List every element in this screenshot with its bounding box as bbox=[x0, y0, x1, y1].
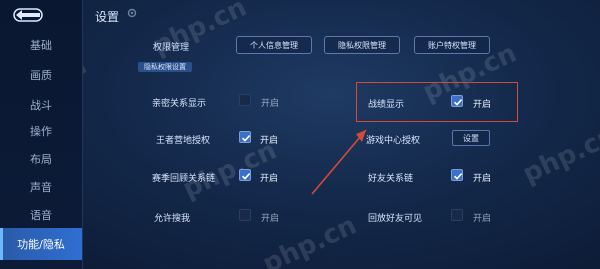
tab-personal-info[interactable]: 个人信息管理 bbox=[236, 36, 312, 54]
checkbox-allow-search[interactable] bbox=[239, 209, 251, 221]
sidebar-item-label: 战斗 bbox=[30, 99, 52, 112]
sidebar-item-label: 语音 bbox=[30, 209, 52, 222]
sidebar-item-label: 声音 bbox=[30, 181, 52, 194]
sidebar-item-basic[interactable]: 基础 bbox=[0, 28, 82, 62]
state-text-friend-chain: 开启 bbox=[473, 174, 492, 184]
sidebar-item-voice[interactable]: 语音 bbox=[0, 198, 82, 232]
watermark-text: php.cn bbox=[518, 120, 600, 190]
checkbox-camp-auth[interactable] bbox=[239, 131, 251, 143]
setting-label-battle-record: 战绩显示 bbox=[368, 100, 405, 110]
page-title: 设置 bbox=[95, 10, 120, 24]
tab-account-privileges[interactable]: 账户特权管理 bbox=[414, 36, 490, 54]
settings-screen: php.cn php.cn php.cn php.cn php.cn php.c… bbox=[0, 0, 600, 269]
check-icon bbox=[453, 99, 463, 106]
setting-label-allow-search: 允许搜我 bbox=[154, 214, 191, 224]
gear-icon bbox=[127, 8, 137, 18]
setting-label-replay-visible: 回放好友可见 bbox=[368, 214, 423, 224]
sidebar: 基础 画质 战斗 操作 布局 声音 语音 功能/隐私 bbox=[0, 0, 83, 269]
tabs-group-label: 权限管理 bbox=[153, 43, 190, 53]
sidebar-item-graphics[interactable]: 画质 bbox=[0, 58, 82, 92]
state-text-battle-record: 开启 bbox=[473, 100, 492, 110]
checkbox-battle-record[interactable] bbox=[451, 95, 463, 107]
setting-label-intimacy: 亲密关系显示 bbox=[152, 99, 207, 109]
checkbox-replay-visible[interactable] bbox=[451, 209, 463, 221]
check-icon bbox=[453, 173, 463, 180]
sidebar-item-privacy[interactable]: 功能/隐私 bbox=[0, 228, 82, 260]
tab-privacy-permissions[interactable]: 隐私权限管理 bbox=[324, 36, 400, 54]
check-icon bbox=[241, 173, 251, 180]
check-icon bbox=[241, 135, 251, 142]
setting-label-camp-auth: 王者营地授权 bbox=[156, 136, 211, 146]
checkbox-intimacy[interactable] bbox=[239, 94, 251, 106]
checkbox-friend-chain[interactable] bbox=[451, 169, 463, 181]
sidebar-item-label: 操作 bbox=[30, 125, 52, 138]
sidebar-item-label: 画质 bbox=[30, 69, 52, 82]
section-label: 隐私权限设置 bbox=[138, 62, 192, 72]
sidebar-item-label: 布局 bbox=[30, 153, 52, 166]
state-text-season-review: 开启 bbox=[260, 174, 279, 184]
state-text-replay-visible: 开启 bbox=[473, 214, 492, 224]
back-arrow-icon[interactable] bbox=[10, 6, 46, 24]
red-arrow-icon bbox=[311, 129, 367, 195]
state-text-camp-auth: 开启 bbox=[260, 136, 279, 146]
sidebar-item-label: 基础 bbox=[30, 39, 52, 52]
state-text-allow-search: 开启 bbox=[261, 214, 280, 224]
state-text-intimacy: 开启 bbox=[261, 99, 280, 109]
sidebar-item-label: 功能/隐私 bbox=[17, 238, 65, 251]
setting-label-season-review: 赛季回顾关系链 bbox=[152, 174, 216, 184]
game-center-settings-button[interactable]: 设置 bbox=[452, 130, 490, 146]
checkbox-season-review[interactable] bbox=[239, 169, 251, 181]
